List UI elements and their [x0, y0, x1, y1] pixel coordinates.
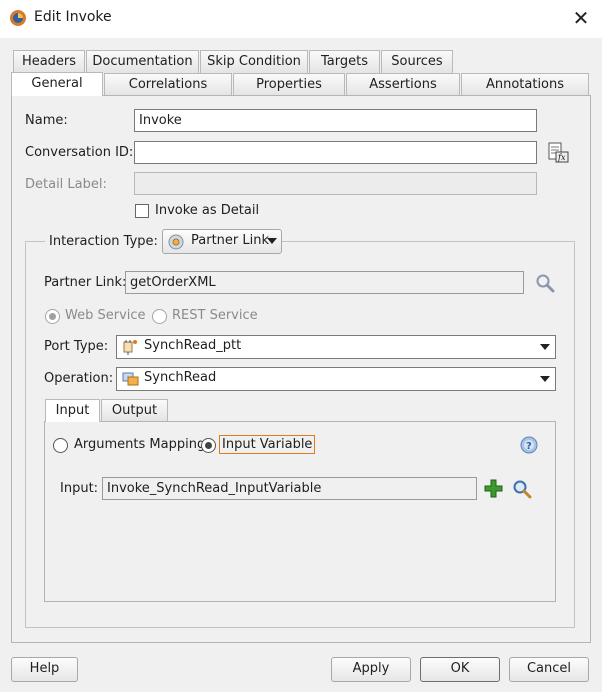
conversation-id-label: Conversation ID: [25, 145, 134, 160]
tab-correlations[interactable]: Correlations [104, 73, 232, 96]
arguments-mapping-label: Arguments Mapping [74, 437, 206, 452]
interaction-type-value: Partner Link [191, 233, 269, 248]
input-label: Input: [60, 481, 99, 496]
interaction-type-label: Interaction Type: [45, 234, 162, 249]
tab-targets[interactable]: Targets [309, 50, 380, 73]
ok-button[interactable]: OK [420, 657, 500, 682]
detail-label-field [134, 172, 537, 195]
apply-button[interactable]: Apply [331, 657, 411, 682]
input-variable-radio[interactable] [201, 438, 216, 453]
search-icon[interactable] [512, 479, 532, 499]
operation-label: Operation: [44, 371, 114, 386]
rest-service-label: REST Service [172, 308, 258, 323]
add-icon[interactable] [484, 479, 503, 498]
conversation-id-field[interactable] [134, 141, 537, 164]
tab-assertions[interactable]: Assertions [346, 73, 460, 96]
tab-sources[interactable]: Sources [381, 50, 453, 73]
tab-properties[interactable]: Properties [233, 73, 345, 96]
tab-output[interactable]: Output [101, 399, 168, 421]
svg-text:fx: fx [557, 153, 566, 162]
tab-input[interactable]: Input [45, 399, 100, 422]
expression-builder-icon[interactable]: fx [547, 141, 569, 163]
operation-icon [122, 372, 139, 386]
tab-annotations[interactable]: Annotations [461, 73, 589, 96]
port-type-label: Port Type: [44, 339, 109, 354]
port-type-value: SynchRead_ptt [144, 338, 242, 353]
tab-headers[interactable]: Headers [13, 50, 85, 73]
web-service-radio [45, 309, 60, 324]
operation-value: SynchRead [144, 370, 217, 385]
svg-text:?: ? [526, 441, 532, 452]
cancel-button[interactable]: Cancel [509, 657, 589, 682]
input-variable-field: Invoke_SynchRead_InputVariable [102, 477, 477, 500]
web-service-label: Web Service [65, 308, 146, 323]
partner-link-field: getOrderXML [125, 271, 524, 294]
input-variable-label: Input Variable [219, 435, 316, 454]
help-icon[interactable]: ? [519, 435, 539, 455]
chevron-down-icon [540, 376, 550, 382]
port-type-combo[interactable]: SynchRead_ptt [116, 335, 556, 359]
close-button[interactable]: ✕ [566, 4, 596, 32]
arguments-mapping-radio[interactable] [53, 438, 68, 453]
operation-combo[interactable]: SynchRead [116, 367, 556, 391]
search-icon[interactable] [535, 273, 555, 293]
rest-service-radio [152, 309, 167, 324]
close-icon: ✕ [572, 6, 590, 30]
window-title: Edit Invoke [34, 9, 112, 25]
name-field[interactable]: Invoke [134, 109, 537, 132]
chevron-down-icon [540, 344, 550, 350]
tab-general[interactable]: General [11, 72, 103, 96]
name-label: Name: [25, 113, 68, 128]
tab-skip-condition[interactable]: Skip Condition [200, 50, 308, 73]
port-type-icon [123, 340, 137, 355]
invoke-as-detail-checkbox[interactable] [135, 204, 149, 218]
partner-link-icon [168, 234, 184, 250]
help-button[interactable]: Help [11, 657, 78, 682]
invoke-as-detail-label: Invoke as Detail [155, 203, 260, 218]
detail-label-label: Detail Label: [25, 177, 107, 192]
partner-link-label: Partner Link: [44, 275, 127, 290]
chevron-down-icon [267, 238, 277, 244]
tab-documentation[interactable]: Documentation [86, 50, 199, 73]
oracle-app-icon [10, 10, 26, 26]
